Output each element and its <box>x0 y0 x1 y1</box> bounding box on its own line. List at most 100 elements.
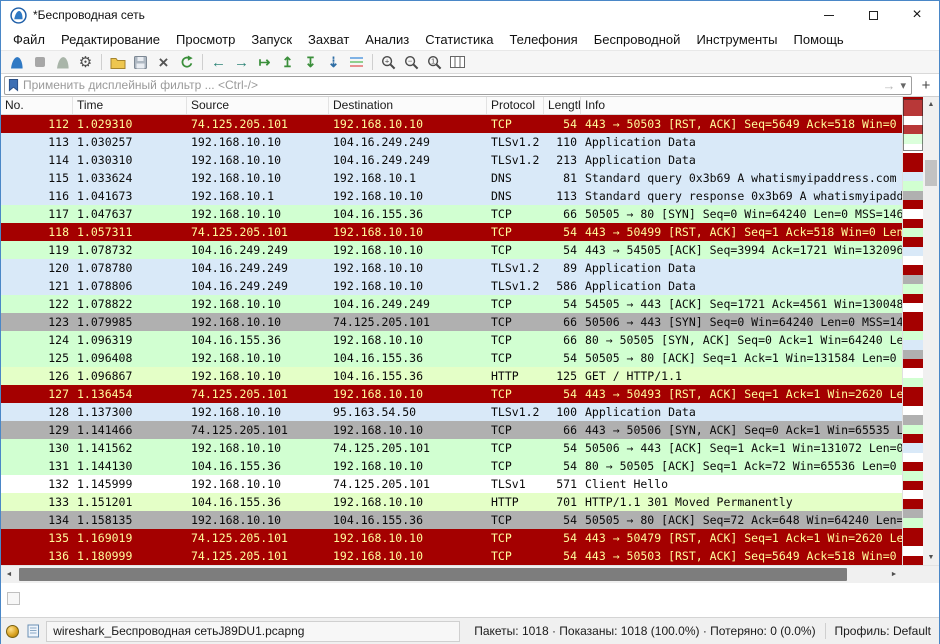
packet-row[interactable]: 1261.096867192.168.10.10104.16.155.36HTT… <box>1 367 902 385</box>
go-to-packet-icon[interactable]: ↦ <box>253 52 276 73</box>
resize-columns-icon[interactable] <box>446 52 469 73</box>
save-file-icon[interactable] <box>129 52 152 73</box>
restart-capture-icon[interactable] <box>51 52 74 73</box>
vertical-scroll-thumb[interactable] <box>925 160 937 186</box>
cell-src: 104.16.249.249 <box>187 277 329 295</box>
menu-item-5[interactable]: Захват <box>300 32 357 47</box>
statusbar-divider <box>825 623 826 639</box>
expert-info-button[interactable] <box>5 625 21 638</box>
pane-splitter-grip[interactable] <box>7 592 20 605</box>
column-header-proto[interactable]: Protocol <box>487 97 544 114</box>
filter-dropdown-icon[interactable]: ▾ <box>898 79 908 92</box>
packet-row[interactable]: 1291.14146674.125.205.101192.168.10.10TC… <box>1 421 902 439</box>
main-toolbar: ⚙ × ←→↦↥↧⇣ +−1 <box>1 50 939 74</box>
menu-item-3[interactable]: Просмотр <box>168 32 243 47</box>
packet-row[interactable]: 1271.13645474.125.205.101192.168.10.10TC… <box>1 385 902 403</box>
scroll-right-icon[interactable]: ► <box>886 566 902 583</box>
packet-row[interactable]: 1281.137300192.168.10.1095.163.54.50TLSv… <box>1 403 902 421</box>
column-header-dst[interactable]: Destination <box>329 97 487 114</box>
go-to-bottom-icon[interactable]: ↧ <box>299 52 322 73</box>
scroll-left-icon[interactable]: ◄ <box>1 566 17 583</box>
close-button[interactable]: × <box>895 1 939 29</box>
go-forward-icon[interactable]: → <box>230 52 253 73</box>
colorize-packets-icon[interactable] <box>345 52 368 73</box>
packet-minimap-scrollbar[interactable] <box>902 97 923 565</box>
packet-row[interactable]: 1331.151201104.16.155.36192.168.10.10HTT… <box>1 493 902 511</box>
menu-item-2[interactable]: Редактирование <box>53 32 168 47</box>
menu-item-8[interactable]: Телефония <box>501 32 585 47</box>
packet-row[interactable]: 1191.078732104.16.249.249192.168.10.10TC… <box>1 241 902 259</box>
vertical-scroll-track[interactable] <box>923 112 939 550</box>
wireshark-app-icon <box>9 6 27 24</box>
vertical-scrollbar[interactable]: ▲ ▼ <box>923 97 939 565</box>
start-capture-icon[interactable] <box>5 52 28 73</box>
auto-scroll-icon[interactable]: ⇣ <box>322 52 345 73</box>
open-file-icon[interactable] <box>106 52 129 73</box>
packet-row[interactable]: 1241.096319104.16.155.36192.168.10.10TCP… <box>1 331 902 349</box>
minimap-stripe <box>903 387 923 396</box>
maximize-button[interactable] <box>851 1 895 29</box>
packet-row[interactable]: 1251.096408192.168.10.10104.16.155.36TCP… <box>1 349 902 367</box>
cell-info: Standard query response 0x3b69 A whatism… <box>581 187 902 205</box>
packet-row[interactable]: 1351.16901974.125.205.101192.168.10.10TC… <box>1 529 902 547</box>
packet-row[interactable]: 1121.02931074.125.205.101192.168.10.10TC… <box>1 115 902 133</box>
packet-row[interactable]: 1201.078780104.16.249.249192.168.10.10TL… <box>1 259 902 277</box>
display-filter-input[interactable] <box>23 78 879 93</box>
packet-row[interactable]: 1151.033624192.168.10.10192.168.10.1DNS8… <box>1 169 902 187</box>
menu-item-6[interactable]: Анализ <box>357 32 417 47</box>
packet-row[interactable]: 1171.047637192.168.10.10104.16.155.36TCP… <box>1 205 902 223</box>
packet-row[interactable]: 1361.18099974.125.205.101192.168.10.10TC… <box>1 547 902 565</box>
zoom-out-icon[interactable]: − <box>400 52 423 73</box>
packet-row[interactable]: 1141.030310192.168.10.10104.16.249.249TL… <box>1 151 902 169</box>
zoom-in-icon[interactable]: + <box>377 52 400 73</box>
filter-bookmark-icon[interactable] <box>8 78 19 92</box>
packet-row[interactable]: 1321.145999192.168.10.1074.125.205.101TL… <box>1 475 902 493</box>
capture-options-icon[interactable]: ⚙ <box>74 52 97 73</box>
cell-dst: 104.16.249.249 <box>329 151 487 169</box>
packet-row[interactable]: 1311.144130104.16.155.36192.168.10.10TCP… <box>1 457 902 475</box>
profile-selector[interactable]: Профиль: Default <box>831 624 936 638</box>
capture-comment-button[interactable] <box>26 624 42 638</box>
packet-row[interactable]: 1221.078822192.168.10.10104.16.249.249TC… <box>1 295 902 313</box>
packet-row[interactable]: 1231.079985192.168.10.1074.125.205.101TC… <box>1 313 902 331</box>
column-header-len[interactable]: Length <box>544 97 581 114</box>
menu-item-1[interactable]: Файл <box>5 32 53 47</box>
packet-row[interactable]: 1211.078806104.16.249.249192.168.10.10TL… <box>1 277 902 295</box>
cell-proto: TCP <box>487 421 544 439</box>
packet-row[interactable]: 1301.141562192.168.10.1074.125.205.101TC… <box>1 439 902 457</box>
cell-src: 104.16.249.249 <box>187 241 329 259</box>
go-to-top-icon[interactable]: ↥ <box>276 52 299 73</box>
reload-file-icon[interactable] <box>175 52 198 73</box>
cell-info: HTTP/1.1 301 Moved Permanently <box>581 493 902 511</box>
packet-row[interactable]: 1131.030257192.168.10.10104.16.249.249TL… <box>1 133 902 151</box>
menu-item-9[interactable]: Беспроводной <box>586 32 689 47</box>
menu-item-7[interactable]: Статистика <box>417 32 501 47</box>
menu-item-11[interactable]: Помощь <box>786 32 852 47</box>
column-header-no[interactable]: No. <box>1 97 73 114</box>
cell-time: 1.137300 <box>73 403 187 421</box>
horizontal-scroll-thumb[interactable] <box>19 568 847 581</box>
horizontal-scrollbar[interactable]: ◄ ► <box>1 566 902 583</box>
close-file-icon[interactable]: × <box>152 52 175 73</box>
stop-capture-icon[interactable] <box>28 52 51 73</box>
minimize-button[interactable] <box>807 1 851 29</box>
zoom-original-icon[interactable]: 1 <box>423 52 446 73</box>
filter-add-button[interactable]: + <box>916 77 936 94</box>
cell-len: 54 <box>544 295 581 313</box>
column-header-src[interactable]: Source <box>187 97 329 114</box>
horizontal-scroll-track[interactable] <box>17 566 886 583</box>
cell-no: 133 <box>1 493 73 511</box>
scroll-down-icon[interactable]: ▼ <box>923 550 939 565</box>
go-back-icon[interactable]: ← <box>207 52 230 73</box>
maximize-icon <box>869 11 878 20</box>
column-header-time[interactable]: Time <box>73 97 187 114</box>
menu-item-4[interactable]: Запуск <box>243 32 300 47</box>
packet-row[interactable]: 1341.158135192.168.10.10104.16.155.36TCP… <box>1 511 902 529</box>
toolbar-separator <box>101 54 102 70</box>
packet-row[interactable]: 1161.041673192.168.10.1192.168.10.10DNS1… <box>1 187 902 205</box>
scroll-up-icon[interactable]: ▲ <box>923 97 939 112</box>
menu-item-10[interactable]: Инструменты <box>688 32 785 47</box>
column-header-info[interactable]: Info <box>581 97 902 114</box>
packet-row[interactable]: 1181.05731174.125.205.101192.168.10.10TC… <box>1 223 902 241</box>
filter-apply-icon[interactable]: → <box>879 78 898 93</box>
